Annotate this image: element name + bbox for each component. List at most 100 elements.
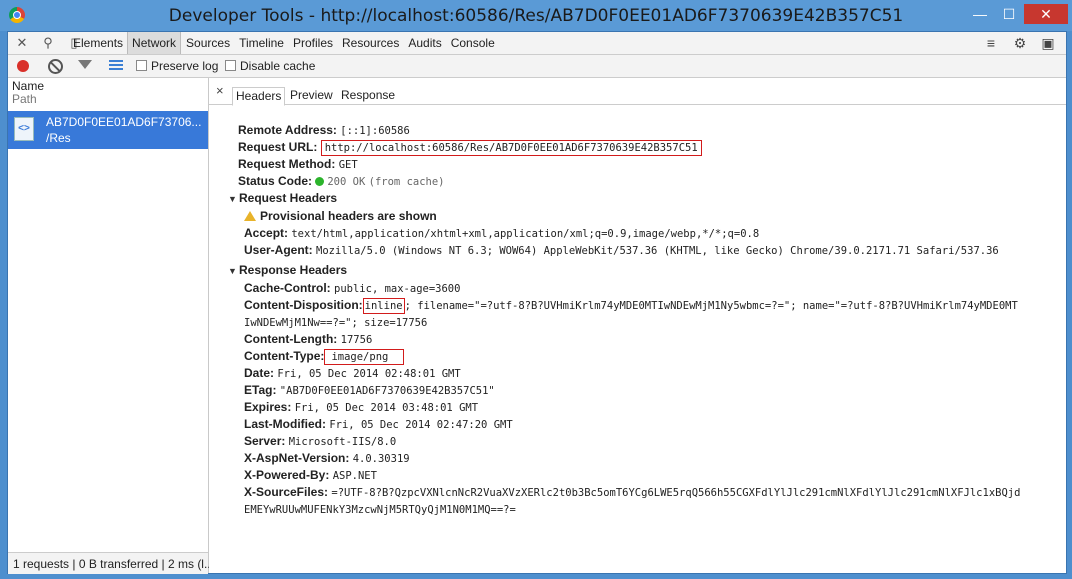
- aspnet-version-row: X-AspNet-Version: 4.0.30319: [244, 451, 410, 466]
- request-method-row: Request Method: GET: [238, 157, 358, 172]
- warning-text: Provisional headers are shown: [260, 209, 437, 223]
- search-icon[interactable]: ⚲: [40, 35, 56, 51]
- expires-row: Expires: Fri, 05 Dec 2014 03:48:01 GMT: [244, 400, 478, 415]
- header-key: Status Code:: [238, 174, 313, 188]
- content-disposition-row: Content-Disposition: inline; filename="=?…: [244, 298, 1018, 314]
- tab-console[interactable]: Console: [446, 32, 499, 54]
- tab-profiles[interactable]: Profiles: [288, 32, 337, 54]
- header-key: Content-Disposition:: [244, 298, 363, 312]
- status-note: (from cache): [368, 176, 445, 188]
- header-key: X-SourceFiles:: [244, 485, 329, 499]
- header-value: public, max-age=3600: [334, 283, 461, 295]
- content-disposition-row-cont: IwNDEwMjM1Nw==?="; size=17756: [244, 315, 427, 330]
- provisional-warning: Provisional headers are shown: [244, 209, 437, 223]
- filter-icon[interactable]: [78, 60, 92, 69]
- header-value: ASP.NET: [332, 470, 377, 482]
- header-value: text/html,application/xhtml+xml,applicat…: [291, 228, 760, 240]
- list-view-icon[interactable]: [109, 60, 123, 72]
- request-path: /Res: [46, 131, 71, 145]
- tab-network[interactable]: Network: [127, 32, 182, 54]
- header-value: EMEYwRUUwMUFENkY3MzcwNjM5RTQyQjM1N0M1MQ=…: [244, 504, 516, 516]
- tab-sources[interactable]: Sources: [181, 32, 234, 54]
- section-title: Response Headers: [239, 263, 348, 277]
- cache-control-row: Cache-Control: public, max-age=3600: [244, 281, 460, 296]
- response-headers-section[interactable]: ▼ Response Headers: [228, 263, 347, 278]
- status-ok-icon: [315, 177, 325, 186]
- last-modified-row: Last-Modified: Fri, 05 Dec 2014 02:47:20…: [244, 417, 513, 432]
- header-key: X-Powered-By:: [244, 468, 330, 482]
- warning-icon: [244, 211, 256, 221]
- disable-cache-checkbox[interactable]: [225, 60, 236, 71]
- header-key: Last-Modified:: [244, 417, 326, 431]
- header-key: Content-Type:: [244, 349, 325, 363]
- expand-triangle-icon: ▼: [228, 266, 237, 276]
- network-summary: 1 requests | 0 B transferred | 2 ms (l..…: [8, 552, 214, 574]
- status-code-row: Status Code: 200 OK (from cache): [238, 174, 445, 189]
- close-detail-icon[interactable]: ×: [216, 84, 224, 97]
- column-header[interactable]: Name Path: [12, 80, 44, 106]
- header-value: 17756: [340, 334, 373, 346]
- request-headers-section[interactable]: ▼ Request Headers: [228, 191, 337, 206]
- dock-icon[interactable]: ▣: [1040, 35, 1056, 51]
- preserve-log-checkbox[interactable]: [136, 60, 147, 71]
- header-value: "AB7D0F0EE01AD6F7370639E42B357C51": [279, 385, 495, 397]
- tab-preview[interactable]: Preview: [287, 87, 336, 104]
- tab-timeline[interactable]: Timeline: [234, 32, 288, 54]
- header-value: =?UTF-8?B?QzpcVXNlcnNcR2VuaXVzXERlc2t0b3…: [331, 487, 1021, 499]
- title-bar: Developer Tools - http://localhost:60586…: [0, 0, 1072, 31]
- tab-response[interactable]: Response: [338, 87, 398, 104]
- sourcefiles-row-cont: EMEYwRUUwMUFENkY3MzcwNjM5RTQyQjM1N0M1MQ=…: [244, 502, 516, 517]
- header-key: Date:: [244, 366, 275, 380]
- header-value: ; filename="=?utf-8?B?UVHmiKrlm74yMDE0MT…: [404, 300, 1018, 312]
- request-detail: × Headers Preview Response Remote Addres…: [209, 78, 1066, 573]
- header-value: GET: [338, 159, 358, 171]
- summary-text: 1 requests | 0 B transferred | 2 ms (l..…: [13, 557, 214, 571]
- tab-elements[interactable]: Elements: [68, 32, 127, 54]
- powered-by-row: X-Powered-By: ASP.NET: [244, 468, 377, 483]
- remote-address-row: Remote Address: [::1]:60586: [238, 123, 410, 138]
- record-icon[interactable]: [17, 60, 29, 72]
- section-title: Request Headers: [239, 191, 338, 205]
- header-value: Mozilla/5.0 (Windows NT 6.3; WOW64) Appl…: [316, 245, 999, 257]
- user-agent-row: User-Agent: Mozilla/5.0 (Windows NT 6.3;…: [244, 243, 999, 258]
- header-value: [::1]:60586: [340, 125, 410, 137]
- close-icon[interactable]: ✕: [14, 35, 30, 51]
- header-key: X-AspNet-Version:: [244, 451, 350, 465]
- date-row: Date: Fri, 05 Dec 2014 02:48:01 GMT: [244, 366, 461, 381]
- preserve-log-label: Preserve log: [151, 59, 219, 73]
- tab-audits[interactable]: Audits: [403, 32, 445, 54]
- show-drawer-icon[interactable]: ≡: [983, 35, 999, 51]
- window-title: Developer Tools - http://localhost:60586…: [168, 6, 904, 26]
- header-key: Server:: [244, 434, 286, 448]
- header-key: Remote Address:: [238, 123, 337, 137]
- server-row: Server: Microsoft-IIS/8.0: [244, 434, 396, 449]
- header-value: Microsoft-IIS/8.0: [288, 436, 397, 448]
- accept-row: Accept: text/html,application/xhtml+xml,…: [244, 226, 759, 241]
- header-key: Accept:: [244, 226, 289, 240]
- expand-triangle-icon: ▼: [228, 194, 237, 204]
- header-key: ETag:: [244, 383, 277, 397]
- status-value: 200 OK: [327, 176, 366, 188]
- header-value: Fri, 05 Dec 2014 03:48:01 GMT: [294, 402, 479, 414]
- close-window-button[interactable]: ✕: [1024, 4, 1068, 24]
- header-key: Request Method:: [238, 157, 336, 171]
- gear-icon[interactable]: ⚙: [1012, 35, 1028, 51]
- clear-icon[interactable]: [48, 59, 63, 74]
- detail-tabs: × Headers Preview Response: [209, 78, 1066, 106]
- request-url-value: http://localhost:60586/Res/AB7D0F0EE01AD…: [320, 140, 702, 156]
- maximize-button[interactable]: ☐: [995, 4, 1023, 24]
- minimize-button[interactable]: —: [966, 4, 994, 24]
- document-icon: <>: [14, 117, 34, 141]
- tab-headers[interactable]: Headers: [232, 87, 286, 106]
- devtools-window: ✕ ⚲ ▯ Elements Network Sources Timeline …: [7, 31, 1067, 574]
- request-url-row: Request URL: http://localhost:60586/Res/…: [238, 140, 702, 156]
- header-key: User-Agent:: [244, 243, 313, 257]
- content-length-row: Content-Length: 17756: [244, 332, 372, 347]
- disable-cache-label: Disable cache: [240, 59, 316, 73]
- tab-resources[interactable]: Resources: [337, 32, 403, 54]
- content-type-value: image/png: [324, 349, 405, 365]
- main-toolbar: ✕ ⚲ ▯ Elements Network Sources Timeline …: [8, 32, 1066, 55]
- request-name: AB7D0F0EE01AD6F73706...: [46, 115, 202, 129]
- header-value: IwNDEwMjM1Nw==?="; size=17756: [244, 317, 428, 329]
- request-row[interactable]: <> AB7D0F0EE01AD6F73706... /Res: [8, 111, 208, 149]
